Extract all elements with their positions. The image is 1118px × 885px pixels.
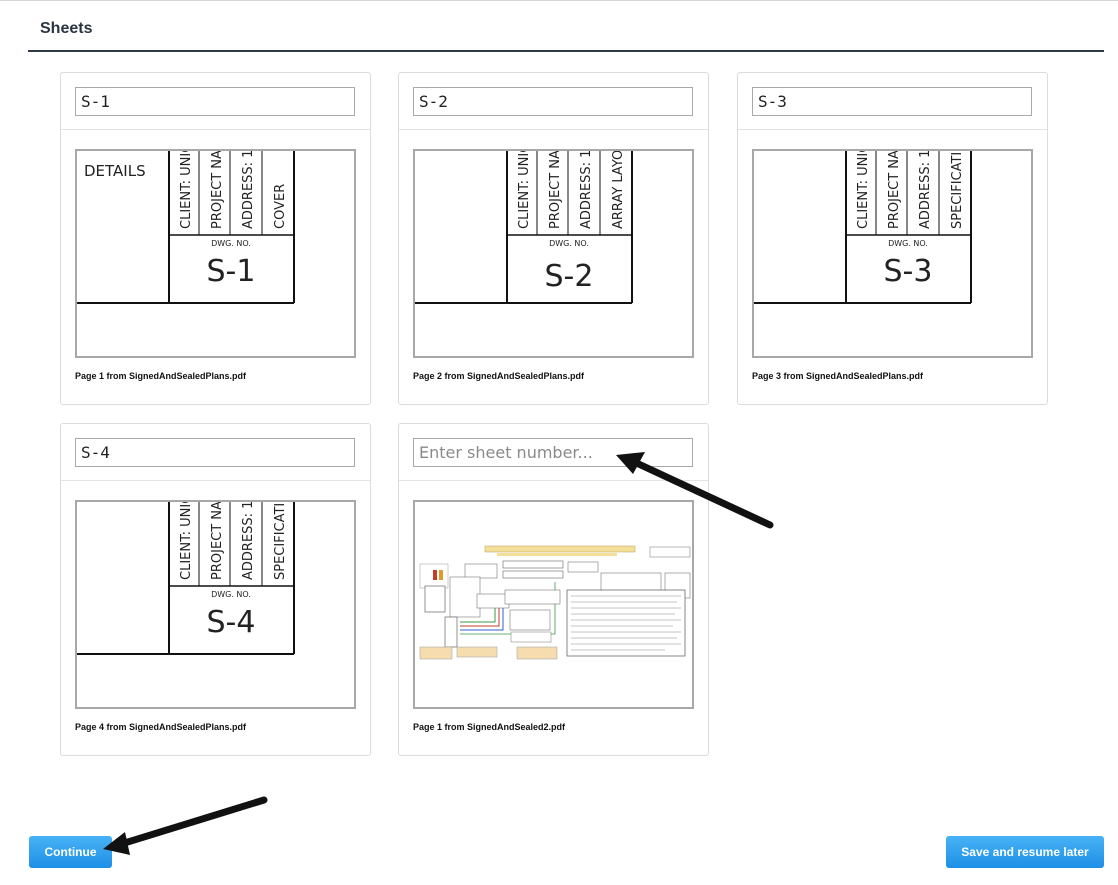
sheet-number-input[interactable] xyxy=(75,438,355,467)
sheet-source-caption: Page 4 from SignedAndSealedPlans.pdf xyxy=(75,722,247,732)
sheet-number-input[interactable] xyxy=(413,438,693,467)
sheet-preview[interactable]: DETAILS CLIENT: UNICI PROJECT NAMI ADDRE… xyxy=(75,149,356,358)
preview-col-1: CLIENT: UNICI xyxy=(517,151,532,229)
preview-dwg-label: DWG. NO. xyxy=(888,239,928,248)
sheet-preview-drawing: DETAILS CLIENT: UNICI PROJECT NAMI ADDRE… xyxy=(77,151,295,304)
sheet-number-input[interactable] xyxy=(413,87,693,116)
preview-dwg-label: DWG. NO. xyxy=(549,239,589,248)
sheet-source-caption: Page 3 from SignedAndSealedPlans.pdf xyxy=(752,371,924,381)
preview-col-2: PROJECT NAMI xyxy=(210,502,225,580)
preview-dwg-number: S-1 xyxy=(207,254,256,289)
sheet-number-input[interactable] xyxy=(75,87,355,116)
preview-col-2: PROJECT NAMI xyxy=(887,151,902,229)
preview-col-2: PROJECT NAMI xyxy=(548,151,563,229)
title-divider xyxy=(28,50,1104,52)
schematic-preview-drawing xyxy=(419,545,691,660)
sheet-preview-drawing: CLIENT: UNICI PROJECT NAMI ADDRESS: 16 A… xyxy=(415,151,633,304)
arrow-to-continue xyxy=(103,796,268,855)
sheet-source-caption: Page 1 from SignedAndSealed2.pdf xyxy=(413,722,566,732)
sheet-card: DETAILS CLIENT: UNICI PROJECT NAMI ADDRE… xyxy=(60,72,371,405)
preview-dwg-label: DWG. NO. xyxy=(211,239,251,248)
preview-col-4: SPECIFICATIO xyxy=(950,151,965,229)
sheet-card-header xyxy=(738,73,1047,130)
top-border xyxy=(0,0,1118,3)
preview-col-1: CLIENT: UNICI xyxy=(179,151,194,229)
sheet-preview-drawing: CLIENT: UNICI PROJECT NAMI ADDRESS: 16 S… xyxy=(77,502,295,655)
preview-dwg-number: S-4 xyxy=(207,605,256,640)
save-and-resume-button[interactable]: Save and resume later xyxy=(946,836,1104,868)
preview-col-3: ADDRESS: 16 xyxy=(241,151,256,229)
preview-col-3: ADDRESS: 16 xyxy=(579,151,594,229)
sheet-card: CLIENT: UNICI PROJECT NAMI ADDRESS: 16 S… xyxy=(60,423,371,756)
preview-col-3: ADDRESS: 16 xyxy=(241,502,256,580)
sheet-preview[interactable]: CLIENT: UNICI PROJECT NAMI ADDRESS: 16 S… xyxy=(752,149,1033,358)
sheet-number-input[interactable] xyxy=(752,87,1032,116)
sheet-preview[interactable] xyxy=(413,500,694,709)
sheet-card-header xyxy=(399,73,708,130)
preview-dwg-number: S-3 xyxy=(884,254,933,289)
sheet-card: Page 1 from SignedAndSealed2.pdf xyxy=(398,423,709,756)
preview-col-1: CLIENT: UNICI xyxy=(179,502,194,580)
preview-dwg-number: S-2 xyxy=(545,259,594,294)
continue-button[interactable]: Continue xyxy=(29,836,112,868)
sheet-source-caption: Page 2 from SignedAndSealedPlans.pdf xyxy=(413,371,585,381)
preview-col-2: PROJECT NAMI xyxy=(210,151,225,229)
sheet-card-header xyxy=(61,73,370,130)
sheet-card-header xyxy=(61,424,370,481)
preview-col-4: SPECIFICATIO xyxy=(273,502,288,580)
preview-dwg-label: DWG. NO. xyxy=(211,590,251,599)
preview-col-3: ADDRESS: 16 xyxy=(918,151,933,229)
sheet-source-caption: Page 1 from SignedAndSealedPlans.pdf xyxy=(75,371,247,381)
preview-col-4: ARRAY LAYO xyxy=(611,151,626,229)
sheet-preview[interactable]: CLIENT: UNICI PROJECT NAMI ADDRESS: 16 A… xyxy=(413,149,694,358)
preview-col-1: CLIENT: UNICI xyxy=(856,151,871,229)
preview-left-label: DETAILS xyxy=(84,162,146,180)
sheet-card: CLIENT: UNICI PROJECT NAMI ADDRESS: 16 A… xyxy=(398,72,709,405)
page-title: Sheets xyxy=(40,20,93,37)
preview-col-4: COVER xyxy=(273,184,288,229)
sheet-preview[interactable]: CLIENT: UNICI PROJECT NAMI ADDRESS: 16 S… xyxy=(75,500,356,709)
sheet-card: CLIENT: UNICI PROJECT NAMI ADDRESS: 16 S… xyxy=(737,72,1048,405)
sheet-preview-drawing: CLIENT: UNICI PROJECT NAMI ADDRESS: 16 S… xyxy=(754,151,972,304)
sheet-card-header xyxy=(399,424,708,481)
